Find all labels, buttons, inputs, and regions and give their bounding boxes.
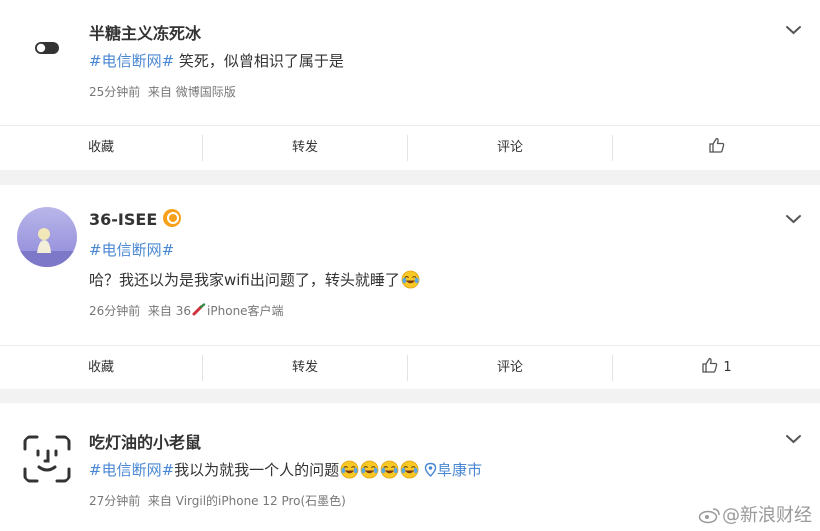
source-prefix: 来自 xyxy=(147,304,172,318)
lipstick-icon xyxy=(192,303,206,316)
laugh-cry-emoji-icon xyxy=(340,460,359,479)
post-text: #电信断网# 笑死，似曾相识了属于是 xyxy=(89,50,344,71)
avatar[interactable] xyxy=(17,207,77,267)
chevron-down-icon[interactable] xyxy=(785,433,802,445)
author-name: 36-ISEE xyxy=(89,209,182,229)
chevron-down-icon[interactable] xyxy=(785,24,802,36)
like-count: 1 xyxy=(723,360,732,375)
post-body: 哈？我还以为是我家wifi出问题了，转头就睡了 xyxy=(89,271,400,289)
favorite-button[interactable]: 收藏 xyxy=(0,346,202,390)
favorite-button[interactable]: 收藏 xyxy=(0,126,202,170)
avatar-image xyxy=(17,207,77,267)
post-time[interactable]: 26分钟前 xyxy=(89,304,140,318)
post-time[interactable]: 25分钟前 xyxy=(89,85,140,99)
thumbs-up-icon xyxy=(701,356,719,374)
avatar[interactable] xyxy=(17,429,77,489)
author-name-text[interactable]: 36-ISEE xyxy=(89,210,157,229)
verified-badge-icon xyxy=(163,209,182,227)
thumbs-up-icon xyxy=(708,136,726,154)
post-source[interactable]: 微博国际版 xyxy=(176,85,236,99)
comment-button[interactable]: 评论 xyxy=(408,346,612,390)
post-source[interactable]: iPhone客户端 xyxy=(207,304,284,318)
post-text: 哈？我还以为是我家wifi出问题了，转头就睡了 xyxy=(89,269,420,290)
author-name[interactable]: 吃灯油的小老鼠 xyxy=(89,429,201,453)
post-hashtag-line: #电信断网# xyxy=(89,239,174,260)
post-card-1: 半糖主义冻死冰 #电信断网# 笑死，似曾相识了属于是 25分钟前 来自 微博国际… xyxy=(0,0,820,170)
comment-button[interactable]: 评论 xyxy=(408,126,612,170)
face-id-icon xyxy=(23,435,71,483)
post-source-prefix[interactable]: 36 xyxy=(176,304,191,318)
weibo-logo-icon xyxy=(698,508,720,524)
avatar[interactable] xyxy=(17,18,77,78)
repost-button[interactable]: 转发 xyxy=(203,126,407,170)
watermark-text: @新浪财经 xyxy=(722,505,812,526)
post-text: #电信断网#我以为就我一个人的问题 阜康市 xyxy=(89,459,482,480)
laugh-cry-emoji-icon xyxy=(360,460,379,479)
location-pin-icon xyxy=(424,462,437,477)
author-name[interactable]: 半糖主义冻死冰 xyxy=(89,20,201,44)
post-card-3: 吃灯油的小老鼠 #电信断网#我以为就我一个人的问题 阜康市 27分钟前 来自 V… xyxy=(0,403,820,531)
post-meta: 25分钟前 来自 微博国际版 xyxy=(89,83,236,100)
post-meta: 27分钟前 来自 Virgil的iPhone 12 Pro(石墨色) xyxy=(89,492,346,509)
action-bar: 收藏 转发 评论 xyxy=(0,125,820,170)
location-link[interactable]: 阜康市 xyxy=(424,461,482,479)
laugh-cry-emoji-icon xyxy=(380,460,399,479)
post-card-2: 36-ISEE #电信断网# 哈？我还以为是我家wifi出问题了，转头就睡了 2… xyxy=(0,185,820,389)
source-prefix: 来自 xyxy=(147,494,172,508)
toggle-icon xyxy=(35,42,59,54)
repost-button[interactable]: 转发 xyxy=(203,346,407,390)
post-time[interactable]: 27分钟前 xyxy=(89,494,140,508)
chevron-down-icon[interactable] xyxy=(785,213,802,225)
source-prefix: 来自 xyxy=(147,85,172,99)
post-body: 笑死，似曾相识了属于是 xyxy=(174,52,344,70)
action-bar: 收藏 转发 评论 1 xyxy=(0,345,820,390)
post-meta: 26分钟前 来自 36 iPhone客户端 xyxy=(89,302,284,319)
post-body: 我以为就我一个人的问题 xyxy=(174,461,340,479)
laugh-cry-emoji-icon xyxy=(400,460,419,479)
hashtag-link[interactable]: #电信断网# xyxy=(89,241,174,259)
weibo-watermark: @新浪财经 xyxy=(698,501,812,527)
post-source[interactable]: Virgil的iPhone 12 Pro(石墨色) xyxy=(176,494,346,508)
like-button[interactable] xyxy=(613,126,820,170)
like-button[interactable]: 1 xyxy=(613,346,820,390)
hashtag-link[interactable]: #电信断网# xyxy=(89,461,174,479)
hashtag-link[interactable]: #电信断网# xyxy=(89,52,174,70)
location-text: 阜康市 xyxy=(436,461,482,479)
laugh-cry-emoji-icon xyxy=(401,270,420,289)
